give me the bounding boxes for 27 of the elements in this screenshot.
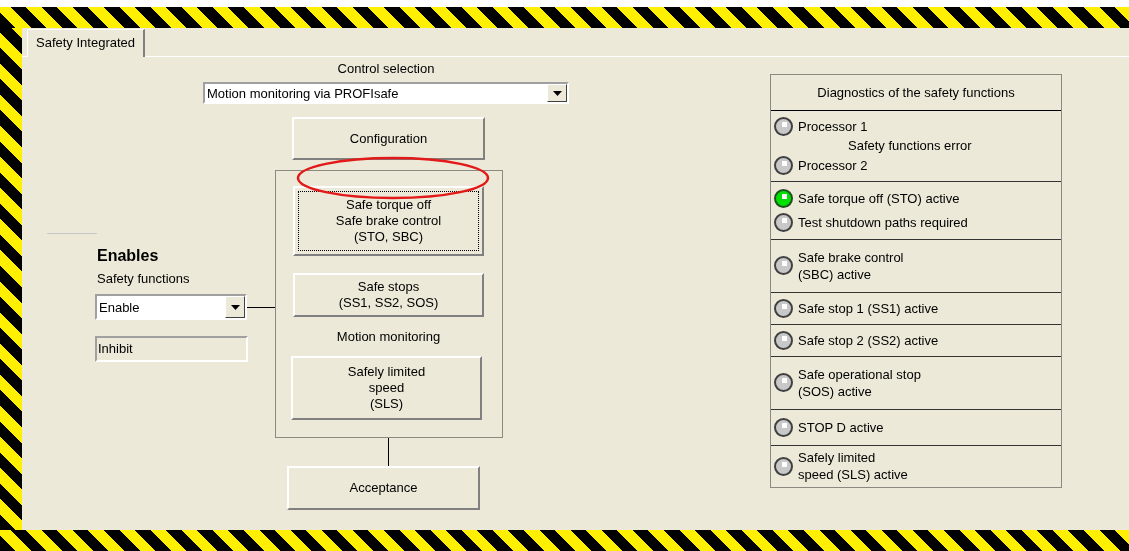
group-label: Motion monitoring: [335, 329, 442, 344]
indicator-label: Processor 1: [798, 117, 868, 135]
caret-icon: [552, 90, 562, 96]
function-button[interactable]: Safely limited speed (SLS): [291, 356, 482, 420]
dropdown[interactable]: Enable: [95, 294, 247, 320]
tab[interactable]: Safety Integrated: [27, 29, 145, 57]
indicator-label: Safe stop 2 (SS2) active: [798, 331, 939, 349]
function-button[interactable]: Safe stops (SS1, SS2, SOS): [293, 273, 484, 317]
section-title: Enables: [97, 247, 160, 265]
indicator-label: Processor 2: [798, 156, 868, 174]
indicator-label: Safely limited speed (SLS) active: [798, 449, 908, 483]
caret-icon: [230, 304, 240, 310]
indicator-label: Safe brake control (SBC) active: [798, 248, 904, 283]
dropdown[interactable]: Motion monitoring via PROFIsafe: [203, 82, 569, 104]
field-label: Control selection: [336, 61, 436, 76]
table-header: Diagnostics of the safety functions: [771, 75, 1061, 111]
group-caption: Safety functions error: [848, 138, 973, 153]
indicator-label: Safe stop 1 (SS1) active: [798, 299, 939, 317]
field-label: Safety functions: [97, 271, 191, 286]
acceptance-button[interactable]: Acceptance: [287, 466, 480, 510]
configuration-button[interactable]: Configuration: [292, 117, 485, 160]
indicator-label: STOP D active: [798, 418, 884, 436]
indicator-label: Safe operational stop (SOS) active: [798, 365, 921, 400]
indicator-label: Safe torque off (STO) active: [798, 189, 960, 207]
indicator-label: Test shutdown paths required: [798, 213, 968, 231]
function-button[interactable]: Safe torque off Safe brake control (STO, SBC): [293, 186, 484, 256]
status-field: Inhibit: [95, 336, 248, 362]
